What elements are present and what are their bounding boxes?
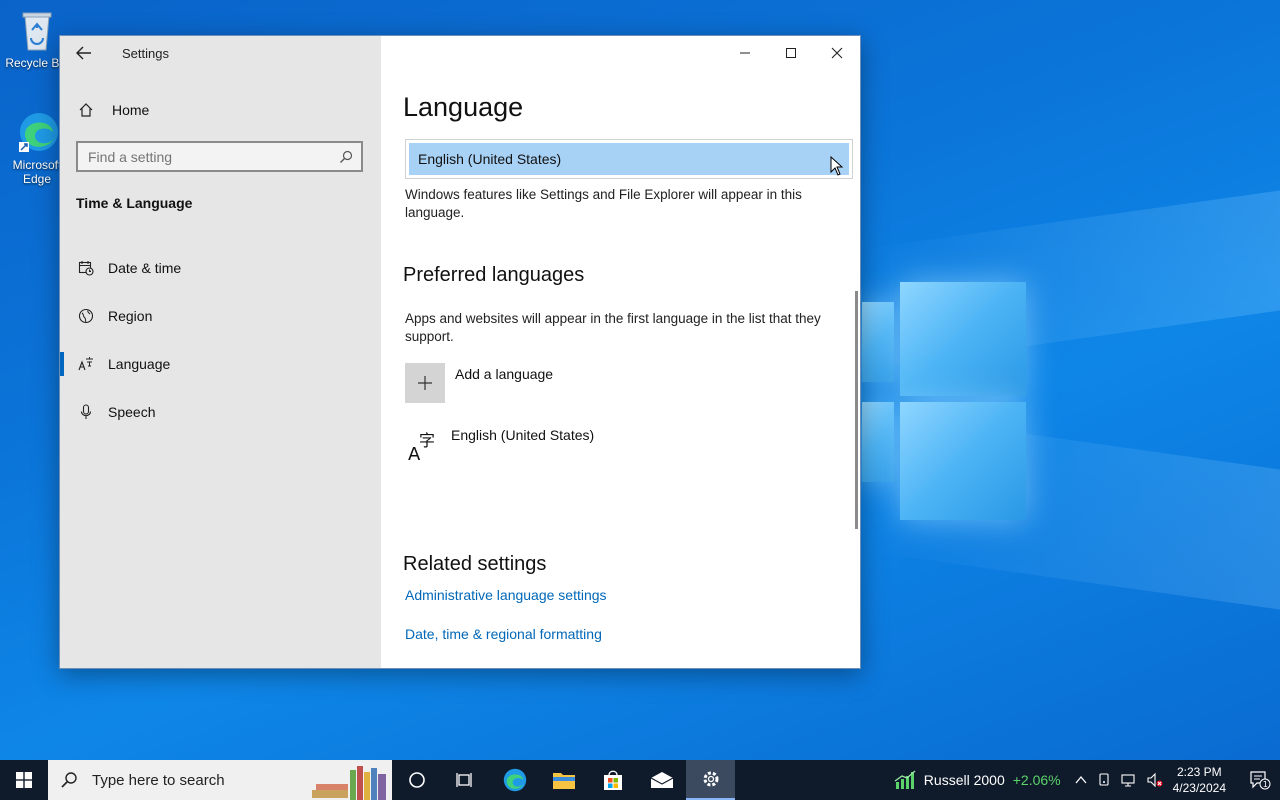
close-icon (831, 47, 843, 59)
chevron-up-icon[interactable] (1075, 775, 1087, 785)
notification-icon: 1 (1250, 771, 1271, 790)
network-icon[interactable] (1121, 773, 1137, 787)
minimize-icon (740, 52, 750, 54)
desktop-icon-label: Microsoft Edge (12, 158, 62, 186)
related-settings-heading: Related settings (403, 553, 547, 575)
settings-sidebar: Settings Home Time & Language (60, 36, 381, 668)
section-heading: Time & Language (76, 195, 193, 211)
scrollbar-thumb[interactable] (855, 291, 858, 529)
page-title: Language (403, 92, 524, 122)
back-arrow-icon (76, 46, 91, 60)
task-view-icon (455, 773, 472, 787)
close-button[interactable] (814, 36, 860, 70)
books-illustration-icon (312, 766, 386, 800)
add-language-button[interactable]: Add a language (405, 363, 553, 403)
taskbar-search-placeholder: Type here to search (92, 771, 225, 789)
action-center-button[interactable]: 1 (1240, 760, 1280, 800)
sidebar-item-language[interactable]: Language (60, 340, 381, 388)
language-list-item[interactable]: A 字 English (United States) (405, 424, 595, 465)
stock-change: +2.06% (1012, 772, 1061, 788)
recycle-bin-icon (17, 8, 57, 52)
store-icon (603, 770, 622, 790)
edge-icon (503, 768, 526, 792)
selected-language-value: English (United States) (409, 143, 849, 175)
task-view-button[interactable] (441, 760, 490, 800)
maximize-button[interactable] (768, 36, 814, 70)
clock[interactable]: 2:23 PM 4/23/2024 (1173, 764, 1226, 796)
taskbar-store[interactable] (588, 760, 637, 800)
stock-widget[interactable]: Russell 2000 +2.06% (894, 770, 1061, 790)
sidebar-item-label: Date & time (108, 260, 182, 276)
notification-count: 1 (1263, 780, 1268, 789)
cortana-button[interactable] (392, 760, 441, 800)
stock-chart-icon (894, 770, 916, 789)
sidebar-item-label: Region (108, 308, 153, 324)
windows-logo-wallpaper (862, 282, 1028, 522)
title-bar: Settings (60, 36, 381, 70)
find-setting-search[interactable] (76, 141, 363, 172)
settings-content: Language English (United States) Windows… (381, 36, 860, 668)
language-icon (78, 357, 93, 371)
globe-icon (78, 308, 94, 324)
regional-formatting-link[interactable]: Date, time & regional formatting (405, 626, 602, 642)
system-icons (1075, 772, 1163, 788)
microphone-icon (80, 404, 92, 419)
svg-text:字: 字 (419, 431, 435, 450)
sidebar-item-label: Speech (108, 404, 156, 420)
system-tray: Russell 2000 +2.06% 2:23 PM 4/23/2024 1 (894, 760, 1280, 800)
display-language-description: Windows features like Settings and File … (405, 187, 802, 220)
calendar-clock-icon (78, 261, 94, 276)
language-name: English (United States) (451, 427, 595, 443)
minimize-button[interactable] (722, 36, 768, 70)
taskbar-file-explorer[interactable] (539, 760, 588, 800)
sidebar-nav: Date & time Region Language Speech (60, 244, 381, 436)
taskbar-mail[interactable] (637, 760, 686, 800)
search-icon (340, 150, 353, 163)
stock-name: Russell 2000 (923, 772, 1005, 788)
settings-window: Settings Home Time & Language (59, 35, 861, 669)
windows-start-icon (16, 772, 32, 788)
folder-icon (552, 773, 575, 789)
edge-icon (17, 110, 58, 154)
volume-muted-icon[interactable] (1147, 773, 1163, 787)
add-language-label: Add a language (455, 366, 554, 382)
sidebar-item-date-time[interactable]: Date & time (60, 244, 381, 292)
mail-icon (650, 772, 673, 788)
display-language-dropdown[interactable]: English (United States) (405, 139, 853, 179)
preferred-languages-description: Apps and websites will appear in the fir… (405, 311, 821, 344)
sidebar-item-region[interactable]: Region (60, 292, 381, 340)
search-input[interactable] (88, 148, 339, 165)
window-controls (722, 36, 860, 70)
clock-time: 2:23 PM (1176, 765, 1222, 779)
start-button[interactable] (0, 760, 48, 800)
taskbar-settings[interactable] (686, 760, 735, 800)
back-button[interactable] (60, 36, 108, 70)
home-icon (79, 103, 93, 117)
home-nav-item[interactable]: Home (60, 92, 381, 128)
taskbar-search-box[interactable]: Type here to search (48, 760, 392, 800)
home-label: Home (112, 102, 150, 118)
taskbar: Type here to search Russell 2000 +2.06% … (0, 760, 1280, 800)
mouse-cursor-icon (830, 156, 844, 176)
plus-icon (405, 363, 445, 403)
taskbar-edge[interactable] (490, 760, 539, 800)
admin-language-settings-link[interactable]: Administrative language settings (405, 587, 607, 603)
search-icon (61, 772, 77, 788)
cortana-icon (408, 772, 425, 788)
preferred-languages-heading: Preferred languages (403, 264, 585, 286)
device-icon[interactable] (1097, 772, 1111, 788)
language-glyph-icon: A 字 (405, 424, 441, 465)
sidebar-item-label: Language (108, 356, 171, 372)
window-title: Settings (122, 45, 169, 61)
clock-date: 4/23/2024 (1172, 781, 1226, 795)
sidebar-item-speech[interactable]: Speech (60, 388, 381, 436)
gear-icon (703, 771, 718, 787)
maximize-icon (786, 48, 796, 58)
